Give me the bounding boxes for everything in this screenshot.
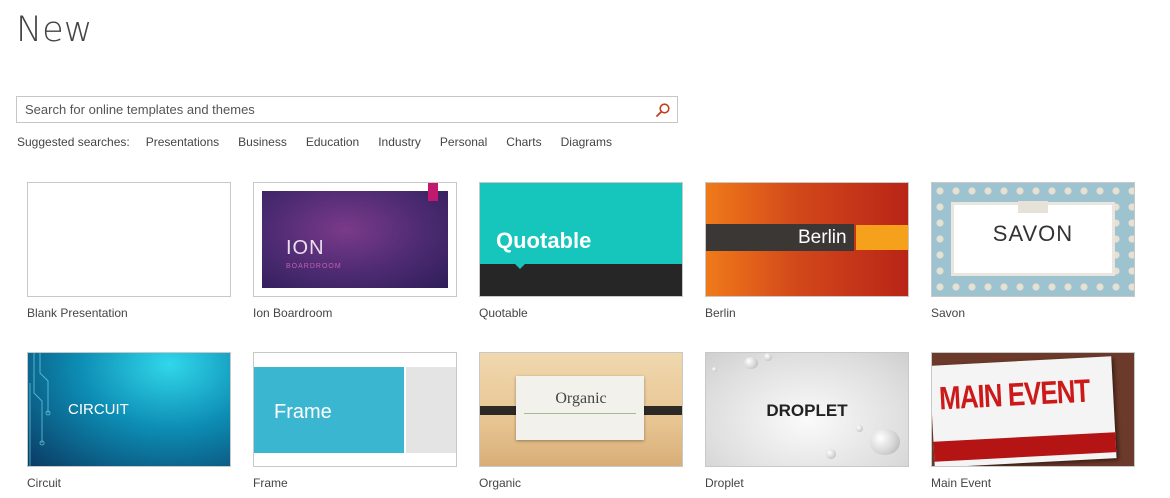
droplet-decoration — [764, 353, 772, 361]
droplet-decoration — [712, 367, 717, 372]
thumbnail-pointer — [514, 263, 526, 269]
droplet-decoration — [744, 357, 758, 369]
template-thumbnail[interactable]: Quotable — [479, 182, 683, 297]
template-name: Quotable — [479, 306, 528, 320]
template-thumbnail[interactable]: ION BOARDROOM — [253, 182, 457, 297]
template-thumbnail[interactable]: Berlin — [705, 182, 909, 297]
template-name: Frame — [253, 476, 288, 490]
suggested-link-personal[interactable]: Personal — [440, 135, 487, 149]
circuit-lines-decoration — [29, 353, 51, 466]
thumbnail-side-panel — [406, 367, 456, 453]
thumbnail-title: ION — [286, 237, 325, 259]
template-name: Organic — [479, 476, 522, 490]
template-name: Berlin — [705, 306, 736, 320]
suggested-searches: Suggested searches: Presentations Busine… — [17, 135, 631, 149]
template-thumbnail[interactable] — [27, 182, 231, 297]
search-icon[interactable] — [655, 102, 671, 118]
thumbnail-accent-tab — [428, 183, 438, 201]
template-name: Savon — [931, 306, 966, 320]
suggested-link-charts[interactable]: Charts — [506, 135, 541, 149]
template-name: Blank Presentation — [27, 306, 128, 320]
thumbnail-title: MAIN EVENT — [938, 371, 1091, 417]
thumbnail-accent-block — [856, 225, 908, 250]
template-thumbnail[interactable]: MAIN EVENT — [931, 352, 1135, 467]
droplet-decoration — [856, 425, 863, 432]
template-thumbnail[interactable]: SAVON — [931, 182, 1135, 297]
thumbnail-card — [516, 376, 644, 440]
thumbnail-title: DROPLET — [766, 401, 848, 420]
suggested-link-industry[interactable]: Industry — [378, 135, 421, 149]
thumbnail-title: CIRCUIT — [68, 401, 129, 418]
thumbnail-title: Organic — [555, 390, 607, 407]
thumbnail-title: Frame — [274, 401, 332, 423]
suggested-link-business[interactable]: Business — [238, 135, 287, 149]
template-thumbnail[interactable]: Organic — [479, 352, 683, 467]
thumbnail-card: MAIN EVENT — [932, 356, 1117, 466]
template-name: Droplet — [705, 476, 744, 490]
suggested-link-diagrams[interactable]: Diagrams — [561, 135, 612, 149]
search-input[interactable] — [17, 97, 647, 122]
thumbnail-title: SAVON — [992, 221, 1074, 246]
thumbnail-red-band — [933, 432, 1117, 462]
search-box[interactable] — [16, 96, 678, 123]
template-thumbnail[interactable]: Frame — [253, 352, 457, 467]
droplet-decoration — [826, 449, 836, 459]
thumbnail-title: Berlin — [798, 227, 847, 248]
template-name: Circuit — [27, 476, 62, 490]
template-name: Ion Boardroom — [253, 306, 333, 320]
thumbnail-clip — [1018, 201, 1048, 213]
template-name: Main Event — [931, 476, 992, 490]
thumbnail-title: Quotable — [496, 228, 592, 253]
suggested-searches-label: Suggested searches: — [17, 135, 130, 149]
thumbnail-underline — [524, 413, 636, 414]
thumbnail-footer-band — [480, 264, 682, 296]
template-thumbnail[interactable]: DROPLET — [705, 352, 909, 467]
page-title: New — [16, 10, 93, 50]
template-thumbnail[interactable]: CIRCUIT — [27, 352, 231, 467]
suggested-link-presentations[interactable]: Presentations — [146, 135, 219, 149]
thumbnail-subtitle: BOARDROOM — [286, 263, 342, 270]
droplet-decoration — [870, 429, 900, 455]
suggested-link-education[interactable]: Education — [306, 135, 359, 149]
